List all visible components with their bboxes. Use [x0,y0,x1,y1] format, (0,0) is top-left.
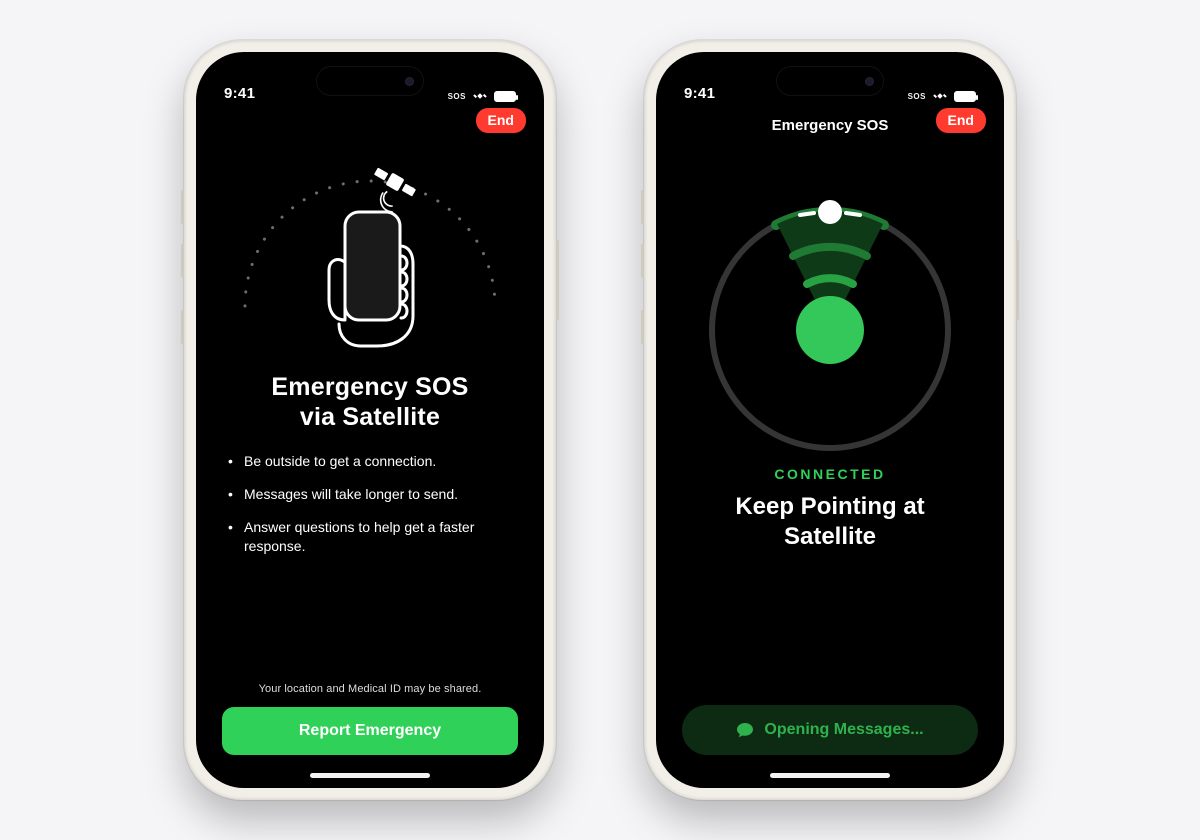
camera-icon [865,77,874,86]
hand-holding-phone-icon [305,206,435,366]
satellite-icon [472,90,488,102]
chat-bubble-icon [736,722,754,738]
nav-bar: End [196,106,544,142]
camera-icon [405,77,414,86]
page-title: Emergency SOS via Satellite [271,372,468,432]
home-indicator[interactable] [770,773,890,778]
dynamic-island [776,66,884,96]
status-sos-label: SOS [908,92,926,101]
battery-icon [494,91,516,102]
satellite-icon [932,90,948,102]
dynamic-island [316,66,424,96]
bullet-item: Be outside to get a connection. [226,452,512,471]
pill-label: Opening Messages... [764,721,923,739]
status-time: 9:41 [684,85,715,102]
nav-title: Emergency SOS [772,117,889,134]
status-time: 9:41 [224,85,255,102]
disclosure-text: Your location and Medical ID may be shar… [222,683,518,695]
home-indicator[interactable] [310,773,430,778]
screen-2: 9:41 SOS Emergency SOS End [656,52,1004,788]
battery-icon [954,91,976,102]
connection-status: CONNECTED [774,466,885,482]
bullet-item: Messages will take longer to send. [226,485,512,504]
nav-bar: Emergency SOS End [656,106,1004,142]
opening-messages-pill[interactable]: Opening Messages... [682,705,978,755]
phone-frame-1: 9:41 SOS End [184,40,556,800]
end-button[interactable]: End [936,108,986,133]
satellite-arc-illustration [222,148,518,368]
instruction-text: Keep Pointing at Satellite [715,492,944,552]
end-button[interactable]: End [476,108,526,133]
status-sos-label: SOS [448,92,466,101]
bullet-item: Answer questions to help get a faster re… [226,518,512,556]
report-emergency-button[interactable]: Report Emergency [222,707,518,755]
info-bullet-list: Be outside to get a connection. Messages… [222,452,518,570]
phone-frame-2: 9:41 SOS Emergency SOS End [644,40,1016,800]
satellite-radar-indicator [690,160,970,460]
screen-1: 9:41 SOS End [196,52,544,788]
